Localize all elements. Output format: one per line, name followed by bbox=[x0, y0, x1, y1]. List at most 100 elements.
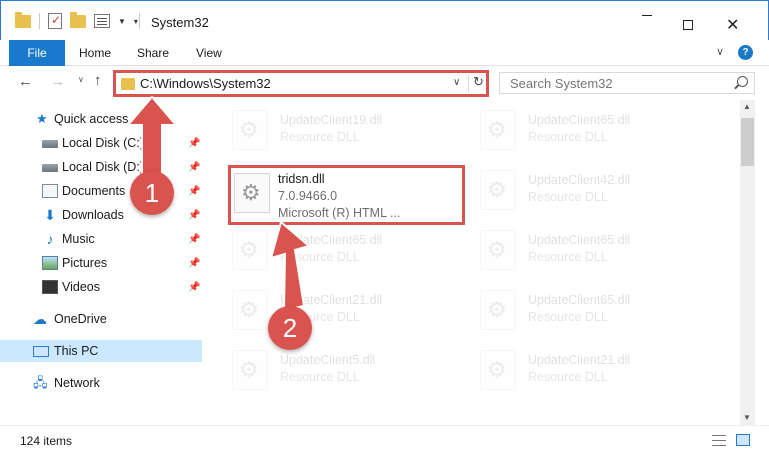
up-arrow-icon[interactable]: ↑ bbox=[94, 72, 102, 89]
toolbar-divider bbox=[39, 13, 40, 29]
title-bar: ▼ ▾ System32 ✕ bbox=[0, 0, 769, 40]
status-bar: 124 items bbox=[0, 425, 769, 465]
dll-file-icon bbox=[480, 110, 516, 150]
file-name: UpdateClient5.dll bbox=[280, 353, 376, 367]
file-item[interactable]: UpdateClient65.dll Resource DLL bbox=[228, 226, 468, 274]
sidebar-item-local-disk-c[interactable]: Local Disk (C:) 📌 bbox=[0, 132, 202, 154]
close-button[interactable]: ✕ bbox=[726, 15, 739, 35]
scroll-down-icon[interactable]: ▼ bbox=[743, 413, 751, 422]
sidebar-item-this-pc[interactable]: This PC bbox=[0, 340, 202, 362]
search-placeholder: Search System32 bbox=[510, 76, 613, 91]
sidebar-item-label: Music bbox=[62, 232, 95, 246]
pin-icon[interactable]: 📌 bbox=[188, 234, 200, 245]
recent-locations-icon[interactable]: ∨ bbox=[78, 75, 84, 84]
address-history-icon[interactable]: ∨ bbox=[453, 77, 460, 88]
refresh-icon[interactable]: ↻ bbox=[473, 74, 484, 90]
details-view-icon[interactable] bbox=[712, 435, 726, 446]
file-list: UpdateClient19.dll Resource DLL UpdateCl… bbox=[206, 100, 740, 425]
scroll-thumb[interactable] bbox=[741, 118, 754, 166]
sidebar-item-label: Local Disk (D:) bbox=[62, 160, 144, 174]
file-item[interactable]: UpdateClient42.dll Resource DLL bbox=[476, 166, 716, 214]
pin-icon[interactable]: 📌 bbox=[188, 210, 200, 221]
file-name: UpdateClient21.dll bbox=[528, 353, 631, 367]
expand-ribbon-icon[interactable]: ∨ bbox=[716, 45, 724, 58]
music-icon: ♪ bbox=[46, 231, 54, 247]
help-icon[interactable]: ? bbox=[738, 45, 753, 60]
large-icons-view-icon[interactable] bbox=[736, 434, 750, 446]
tab-share[interactable]: Share bbox=[137, 40, 169, 66]
sidebar-item-music[interactable]: ♪ Music 📌 bbox=[0, 228, 202, 250]
file-item[interactable]: UpdateClient21.dll Resource DLL bbox=[476, 346, 716, 394]
sidebar-item-label: OneDrive bbox=[54, 312, 107, 326]
sidebar-item-label: Videos bbox=[62, 280, 100, 294]
address-divider bbox=[468, 75, 469, 92]
step-1-badge: 1 bbox=[130, 171, 174, 215]
file-version: 7.0.9466.0 bbox=[278, 189, 338, 203]
star-icon: ★ bbox=[36, 111, 48, 126]
dll-file-icon bbox=[480, 170, 516, 210]
file-type: Resource DLL bbox=[528, 130, 608, 144]
file-name: UpdateClient21.dll bbox=[280, 293, 383, 307]
pin-icon[interactable]: 📌 bbox=[188, 186, 200, 197]
network-icon: 🖧 bbox=[33, 375, 48, 390]
file-type: Resource DLL bbox=[280, 370, 360, 384]
navigation-pane: ★ Quick access Local Disk (C:) 📌 Local D… bbox=[0, 100, 206, 425]
chevron-down-icon[interactable]: ▼ bbox=[118, 17, 126, 26]
navigation-bar: ← → ∨ ↑ C:\Windows\System32 ∨ ↻ Search S… bbox=[0, 66, 769, 100]
pin-icon[interactable]: 📌 bbox=[188, 258, 200, 269]
pin-icon[interactable]: 📌 bbox=[188, 282, 200, 293]
sidebar-item-network[interactable]: 🖧 Network bbox=[0, 372, 202, 394]
back-arrow-icon[interactable]: ← bbox=[18, 73, 33, 90]
maximize-button[interactable] bbox=[683, 20, 693, 30]
file-type: Resource DLL bbox=[528, 250, 608, 264]
forward-arrow-icon[interactable]: → bbox=[50, 73, 65, 90]
sidebar-item-onedrive[interactable]: ☁ OneDrive bbox=[0, 308, 202, 330]
title-divider bbox=[139, 13, 140, 29]
address-bar[interactable]: C:\Windows\System32 ∨ ↻ bbox=[113, 70, 489, 97]
sidebar-item-quick-access[interactable]: ★ Quick access bbox=[0, 108, 202, 130]
file-item[interactable]: UpdateClient5.dll Resource DLL bbox=[228, 346, 468, 394]
tab-file[interactable]: File bbox=[9, 40, 65, 66]
pin-icon[interactable]: 📌 bbox=[188, 162, 200, 173]
quick-access-toolbar: ▼ ▾ bbox=[15, 11, 138, 29]
file-type: Resource DLL bbox=[280, 250, 360, 264]
sidebar-item-local-disk-d[interactable]: Local Disk (D:) 📌 bbox=[0, 156, 202, 178]
scroll-up-icon[interactable]: ▲ bbox=[743, 102, 751, 111]
tab-view[interactable]: View bbox=[196, 40, 222, 66]
properties-check-icon[interactable] bbox=[48, 13, 62, 29]
customize-toolbar-icon[interactable]: ▾ bbox=[134, 17, 138, 26]
file-type: Resource DLL bbox=[528, 190, 608, 204]
file-name: UpdateClient65.dll bbox=[280, 233, 383, 247]
file-name: UpdateClient19.dll bbox=[280, 113, 383, 127]
file-description: Microsoft (R) HTML ... bbox=[278, 206, 401, 220]
sidebar-item-label: Network bbox=[54, 376, 100, 390]
sidebar-item-downloads[interactable]: ⬇ Downloads 📌 bbox=[0, 204, 202, 226]
dll-file-icon bbox=[480, 350, 516, 390]
minimize-button[interactable] bbox=[642, 15, 652, 16]
target-file-item[interactable]: tridsn.dll 7.0.9466.0 Microsoft (R) HTML… bbox=[228, 165, 465, 225]
pin-icon[interactable]: 📌 bbox=[188, 138, 200, 149]
file-name: UpdateClient65.dll bbox=[528, 233, 631, 247]
sidebar-item-videos[interactable]: Videos 📌 bbox=[0, 276, 202, 298]
address-path[interactable]: C:\Windows\System32 bbox=[140, 76, 271, 91]
properties-icon[interactable] bbox=[94, 14, 110, 28]
sidebar-item-pictures[interactable]: Pictures 📌 bbox=[0, 252, 202, 274]
dll-file-icon bbox=[480, 290, 516, 330]
folder-icon[interactable] bbox=[15, 11, 31, 28]
sidebar-item-label: Pictures bbox=[62, 256, 108, 270]
file-item[interactable]: UpdateClient65.dll Resource DLL bbox=[476, 226, 716, 274]
new-folder-icon[interactable] bbox=[70, 11, 86, 28]
search-input[interactable]: Search System32 bbox=[499, 72, 755, 94]
tab-home[interactable]: Home bbox=[79, 40, 111, 66]
file-item[interactable]: UpdateClient65.dll Resource DLL bbox=[476, 286, 716, 334]
file-item[interactable]: UpdateClient19.dll Resource DLL bbox=[228, 106, 468, 154]
file-item[interactable]: UpdateClient65.dll Resource DLL bbox=[476, 106, 716, 154]
file-item[interactable]: UpdateClient21.dll Resource DLL bbox=[228, 286, 468, 334]
folder-icon bbox=[121, 78, 135, 90]
file-type: Resource DLL bbox=[528, 310, 608, 324]
vertical-scrollbar[interactable]: ▲ ▼ bbox=[740, 100, 755, 425]
dll-file-icon bbox=[232, 230, 268, 270]
file-name: tridsn.dll bbox=[278, 172, 325, 186]
item-count: 124 items bbox=[20, 434, 73, 448]
file-name: UpdateClient65.dll bbox=[528, 293, 631, 307]
